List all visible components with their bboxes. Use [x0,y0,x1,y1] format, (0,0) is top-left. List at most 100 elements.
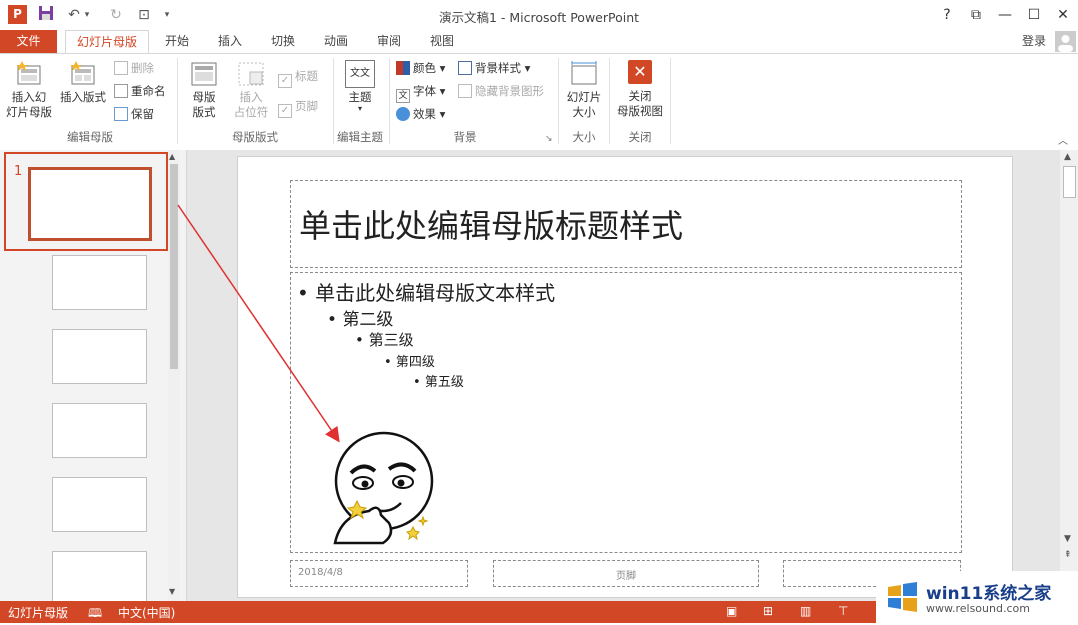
close-window-icon[interactable]: ✕ [1049,3,1077,27]
thumbnail-layout[interactable] [52,255,147,310]
close-master-view-button[interactable]: ✕ 关闭 母版视图 [613,60,667,119]
tab-view[interactable]: 视图 [422,30,462,53]
slide-thumbnail-pane: 1 [0,150,187,603]
slide-footer: 页脚 [616,571,636,582]
login-link[interactable]: 登录 [1016,30,1052,53]
checkbox-icon [458,84,472,98]
insert-slide-master-button[interactable]: 插入幻 灯片母版 [4,60,54,120]
rename-icon [114,84,128,98]
tab-home[interactable]: 开始 [157,30,197,53]
insert-layout-button[interactable]: 插入版式 [56,60,110,105]
group-label-close: 关闭 [628,130,652,144]
thumbnail-layout[interactable] [52,329,147,384]
emoji-sticker-image[interactable] [329,431,439,551]
delete-button[interactable]: 删除 [114,58,154,78]
status-language[interactable]: 中文(中国) [118,604,175,621]
themes-label: 主题 [348,90,372,104]
checkbox-icon: ✓ [278,104,292,118]
insert-slide-master-label: 插入幻 灯片母版 [6,90,52,119]
group-label-master-layout: 母版版式 [232,130,278,144]
group-separator [389,58,390,144]
insert-placeholder-button[interactable]: 插入 占位符 [228,60,274,120]
slide-canvas[interactable]: 单击此处编辑母版标题样式 • 单击此处编辑母版文本样式 • 第二级 • 第三级 … [237,156,1013,598]
text-level-1: • 单击此处编辑母版文本样式 [297,281,556,305]
thumbnail-number: 1 [14,164,23,179]
rename-button[interactable]: 重命名 [114,81,166,101]
slide-size-button[interactable]: 幻灯片 大小 [563,60,605,120]
delete-icon [114,61,128,75]
master-layout-button[interactable]: 母版 版式 [184,60,224,120]
insert-placeholder-icon [236,60,266,88]
background-styles-button[interactable]: 背景样式 ▾ [458,58,530,78]
insert-layout-label: 插入版式 [60,90,106,104]
scroll-down-icon[interactable]: ▼ [1064,534,1071,544]
scroll-up-icon[interactable]: ▲ [169,152,175,161]
effects-icon [396,107,410,121]
insert-placeholder-label: 插入 占位符 [233,90,269,119]
minimize-icon[interactable]: — [991,3,1019,27]
thumbnail-layout[interactable] [52,551,147,603]
watermark-brand: win11系统之家 [926,584,1052,604]
text-level-3: • 第三级 [355,331,414,349]
ribbon-tabs: 文件 幻灯片母版 开始 插入 切换 动画 审阅 视图 登录 [0,30,1078,54]
tab-transitions[interactable]: 切换 [263,30,303,53]
thumbnail-layout[interactable] [52,477,147,532]
footer-checkbox[interactable]: ✓ 页脚 [278,96,318,118]
group-label-edit-master: 编辑母版 [67,130,113,144]
title-checkbox[interactable]: ✓ 标题 [278,66,318,88]
content-placeholder[interactable]: • 单击此处编辑母版文本样式 • 第二级 • 第三级 • 第四级 • 第五级 [290,272,962,553]
background-styles-icon [458,61,472,75]
maximize-icon[interactable]: ☐ [1020,3,1048,27]
insert-layout-icon [68,60,98,88]
hide-background-checkbox[interactable]: 隐藏背景图形 [458,81,544,101]
tab-file[interactable]: 文件 [0,30,57,53]
window-title: 演示文稿1 - Microsoft PowerPoint [438,10,640,25]
normal-view-icon[interactable]: ▣ [726,604,737,618]
collapse-ribbon-icon[interactable]: ︿ [1058,132,1068,147]
scroll-thumb[interactable] [170,164,178,369]
help-button[interactable]: ? [933,3,961,27]
tab-insert[interactable]: 插入 [210,30,250,53]
theme-icon: 文文 [345,60,375,88]
group-separator [177,58,178,144]
preserve-icon [114,107,128,121]
colors-button[interactable]: 颜色 ▾ [396,58,445,78]
scroll-thumb[interactable] [1063,166,1076,198]
fonts-button[interactable]: 文字体 ▾ [396,81,445,103]
previous-slide-icon[interactable]: ⇞ [1064,550,1072,560]
slideshow-icon[interactable]: ⊤ [838,604,848,618]
slide-size-icon [569,60,599,88]
proofing-icon[interactable]: 🕮 [88,604,102,625]
tab-animations[interactable]: 动画 [316,30,356,53]
status-mode: 幻灯片母版 [8,606,69,620]
slide-sorter-icon[interactable]: ⊞ [763,604,773,618]
windows-logo-icon [884,579,920,615]
master-layout-label: 母版 版式 [192,90,216,119]
user-avatar-icon[interactable] [1055,31,1076,52]
footer-placeholder[interactable]: 页脚 [493,560,759,587]
scroll-up-icon[interactable]: ▲ [1064,152,1071,162]
slide-edit-area: 单击此处编辑母版标题样式 • 单击此处编辑母版文本样式 • 第二级 • 第三级 … [187,150,1060,601]
slide-date: 2018/4/8 [298,567,343,578]
tab-review[interactable]: 审阅 [369,30,409,53]
close-master-icon: ✕ [628,60,652,84]
reading-view-icon[interactable]: ▥ [800,604,811,618]
title-placeholder[interactable]: 单击此处编辑母版标题样式 [290,180,962,268]
effects-button[interactable]: 效果 ▾ [396,104,445,124]
thumbnail-layout[interactable] [52,403,147,458]
dropdown-arrow-icon: ▾ [357,104,362,113]
main-scrollbar[interactable]: ▲ ▼ ⇞ [1060,150,1078,601]
ribbon: 插入幻 灯片母版 插入版式 删除 重命名 保留 编辑母版 母版 版式 插入 占位… [0,53,1078,151]
tab-slide-master[interactable]: 幻灯片母版 [65,30,149,54]
group-separator [558,58,559,144]
dialog-launcher-icon[interactable]: ↘ [545,134,553,144]
date-placeholder[interactable]: 2018/4/8 [290,560,468,587]
ribbon-display-options-icon[interactable]: ⧉ [962,3,990,27]
scroll-down-icon[interactable]: ▼ [169,587,175,596]
thumbnail-master[interactable] [28,167,152,241]
themes-button[interactable]: 文文 主题 ▾ [340,60,380,113]
thumbnail-scrollbar[interactable]: ▲ ▼ [168,150,180,601]
title-bar: P ↶ ▾ ↻ ⊡ ▾ 演示文稿1 - Microsoft PowerPoint… [0,0,1078,30]
slide-title: 单击此处编辑母版标题样式 [299,207,684,245]
preserve-button[interactable]: 保留 [114,104,154,124]
